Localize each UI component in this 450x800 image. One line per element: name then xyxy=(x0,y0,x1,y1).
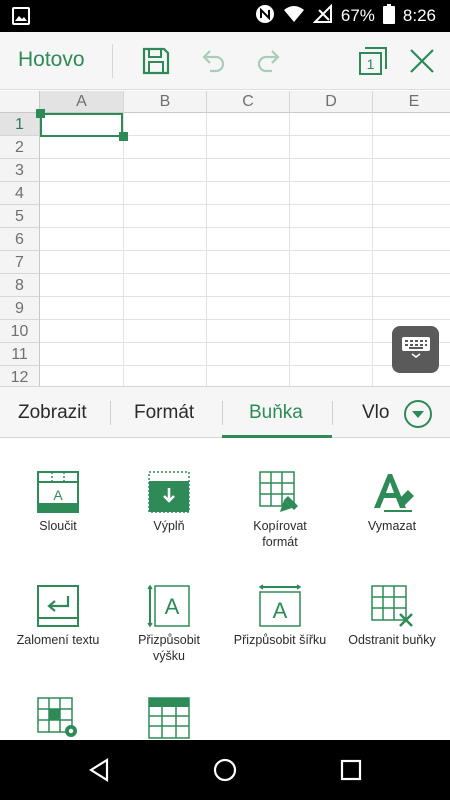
column-header-e[interactable]: E xyxy=(373,91,450,113)
fit-width-icon: A xyxy=(258,584,302,627)
fill-button[interactable]: Výplň xyxy=(113,470,225,534)
back-icon[interactable] xyxy=(87,758,111,787)
cell-actions-panel: A Sloučit Výplň Kopírovat formát Vymazat… xyxy=(0,438,450,740)
column-header-c[interactable]: C xyxy=(207,91,290,113)
grid-line xyxy=(40,319,450,320)
column-header-b[interactable]: B xyxy=(124,91,207,113)
status-bar: 67% 8:26 xyxy=(0,0,450,32)
selected-cell-a1[interactable] xyxy=(40,113,123,137)
sheets-icon[interactable]: 1 xyxy=(356,44,390,78)
status-icons: 67% 8:26 xyxy=(255,0,436,32)
svg-text:A: A xyxy=(165,594,180,619)
delete-cells-button[interactable]: Odstranit buňky xyxy=(336,584,448,648)
fit-width-label: Přizpůsobit šířku xyxy=(233,633,327,647)
keyboard-icon xyxy=(401,336,431,363)
grid-line xyxy=(40,250,450,251)
row-header-2[interactable]: 2 xyxy=(0,136,40,159)
home-icon[interactable] xyxy=(213,758,237,787)
wrap-text-icon xyxy=(37,585,79,627)
row-header-9[interactable]: 9 xyxy=(0,297,40,320)
format-painter-icon xyxy=(259,471,298,512)
row-header-5[interactable]: 5 xyxy=(0,205,40,228)
row-header-7[interactable]: 7 xyxy=(0,251,40,274)
row-header-1[interactable]: 1 xyxy=(0,113,40,136)
tab-divider xyxy=(332,401,333,425)
merge-label: Sloučit xyxy=(39,519,77,533)
merge-cells-icon: A xyxy=(37,471,79,513)
tab-divider xyxy=(110,401,111,425)
tab-bunka[interactable]: Buňka xyxy=(249,387,303,439)
cell-settings-icon xyxy=(37,697,77,737)
wifi-icon xyxy=(283,5,305,28)
fill-label: Výplň xyxy=(153,519,185,533)
row-header-6[interactable]: 6 xyxy=(0,228,40,251)
clock: 8:26 xyxy=(402,6,436,25)
image-icon xyxy=(12,7,30,30)
grid-line xyxy=(40,181,450,182)
clear-button[interactable]: Vymazat xyxy=(336,470,448,534)
recents-icon[interactable] xyxy=(339,758,363,787)
toolbar-divider xyxy=(112,44,113,78)
table-format-button[interactable] xyxy=(113,696,225,740)
svg-text:A: A xyxy=(273,598,288,623)
signal-off-icon xyxy=(312,3,333,29)
battery-percent: 67% xyxy=(340,6,375,25)
spreadsheet-grid[interactable]: A B C D E 1 2 3 4 5 6 7 8 9 10 11 12 xyxy=(0,91,450,386)
fill-icon xyxy=(148,471,190,513)
undo-icon[interactable] xyxy=(195,44,229,78)
more-tabs-chevron-down-icon[interactable] xyxy=(403,399,433,429)
ribbon-tabs: Zobrazit Formát Buňka Vlo xyxy=(0,386,450,438)
copy-format-button[interactable]: Kopírovat formát xyxy=(224,470,336,550)
row-header-8[interactable]: 8 xyxy=(0,274,40,297)
selection-handle-top-left[interactable] xyxy=(36,109,45,118)
table-icon xyxy=(148,697,190,739)
row-header-3[interactable]: 3 xyxy=(0,159,40,182)
fit-height-button[interactable]: A Přizpůsobit výšku xyxy=(113,584,225,664)
delete-cells-icon xyxy=(371,585,413,627)
row-header-12[interactable]: 12 xyxy=(0,366,40,386)
row-header-10[interactable]: 10 xyxy=(0,320,40,343)
grid-line xyxy=(40,365,450,366)
tab-vlozit[interactable]: Vlo xyxy=(362,387,392,439)
select-all-corner[interactable] xyxy=(0,91,40,113)
tab-format[interactable]: Formát xyxy=(134,387,194,439)
app-root: 67% 8:26 Hotovo 1 A B C D E 1 2 3 4 5 6 … xyxy=(0,0,450,800)
clear-format-icon xyxy=(374,474,414,512)
copy-format-label: Kopírovat formát xyxy=(253,519,307,549)
navigation-bar xyxy=(0,740,450,800)
fit-height-label: Přizpůsobit výšku xyxy=(138,633,200,663)
close-icon[interactable] xyxy=(405,44,439,78)
column-header-d[interactable]: D xyxy=(290,91,373,113)
wrap-text-button[interactable]: Zalomení textu xyxy=(2,584,114,648)
done-button[interactable]: Hotovo xyxy=(18,48,85,72)
column-header-a[interactable]: A xyxy=(40,91,124,113)
svg-text:A: A xyxy=(53,487,63,503)
row-header-11[interactable]: 11 xyxy=(0,343,40,366)
redo-icon[interactable] xyxy=(253,44,287,78)
sheet-count: 1 xyxy=(367,56,375,72)
row-header-4[interactable]: 4 xyxy=(0,182,40,205)
keyboard-toggle-button[interactable] xyxy=(392,326,439,373)
clear-label: Vymazat xyxy=(367,519,417,533)
grid-line xyxy=(40,158,450,159)
merge-button[interactable]: A Sloučit xyxy=(2,470,114,534)
selection-handle-bottom-right[interactable] xyxy=(119,132,128,141)
grid-line xyxy=(40,296,450,297)
nfc-icon xyxy=(255,4,275,29)
tab-divider xyxy=(222,401,223,425)
fit-width-button[interactable]: A Přizpůsobit šířku xyxy=(224,584,336,648)
grid-line xyxy=(40,204,450,205)
cell-settings-button[interactable] xyxy=(2,696,114,740)
battery-icon xyxy=(382,3,395,29)
top-toolbar: Hotovo 1 xyxy=(0,32,450,90)
fit-height-icon: A xyxy=(147,584,190,628)
grid-line xyxy=(40,273,450,274)
delete-cells-label: Odstranit buňky xyxy=(348,633,436,647)
save-icon[interactable] xyxy=(139,44,173,78)
wrap-text-label: Zalomení textu xyxy=(16,633,100,647)
tab-zobrazit[interactable]: Zobrazit xyxy=(18,387,87,439)
grid-line xyxy=(40,227,450,228)
grid-line xyxy=(40,342,450,343)
